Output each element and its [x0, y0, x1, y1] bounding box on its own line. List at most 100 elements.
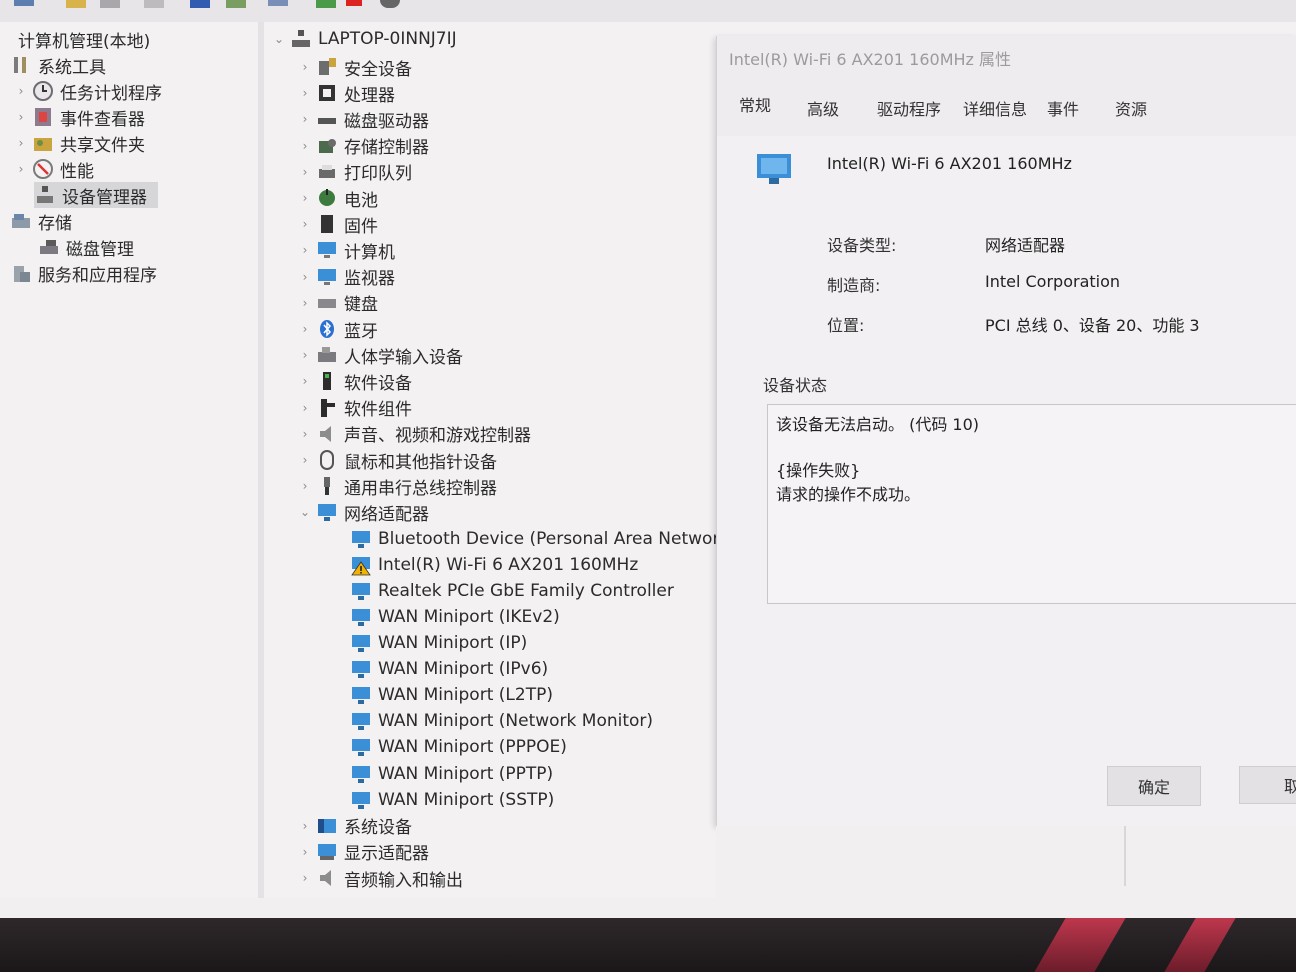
update-driver-icon[interactable] — [226, 0, 246, 8]
chevron-right-icon[interactable]: › — [298, 60, 312, 74]
network-adapter-item[interactable]: WAN Miniport (Network Monitor) — [350, 708, 653, 734]
tree-item-services[interactable]: 服务和应用程序 — [10, 260, 157, 286]
tree-item-label: 任务计划程序 — [60, 83, 162, 104]
category-monitor[interactable]: › 监视器 — [298, 264, 395, 290]
tab-events[interactable]: 事件 — [1047, 96, 1079, 120]
category-hid[interactable]: › 人体学输入设备 — [298, 342, 463, 368]
network-adapter-item[interactable]: WAN Miniport (IP) — [350, 630, 527, 656]
chevron-right-icon[interactable]: › — [298, 819, 312, 833]
network-adapter-item[interactable]: WAN Miniport (PPTP) — [350, 761, 553, 787]
tree-item-storage[interactable]: 存储 — [10, 208, 72, 234]
uninstall-icon[interactable] — [346, 0, 362, 6]
cancel-button[interactable]: 取 — [1239, 766, 1296, 804]
chevron-right-icon[interactable]: › — [298, 348, 312, 362]
chevron-right-icon[interactable]: › — [14, 84, 28, 98]
tree-root[interactable]: 计算机管理(本地) — [6, 26, 150, 52]
category-mouse[interactable]: › 鼠标和其他指针设备 — [298, 447, 497, 473]
category-software-component[interactable]: › 软件组件 — [298, 395, 412, 421]
category-bluetooth[interactable]: › 蓝牙 — [298, 316, 378, 342]
category-label: 键盘 — [344, 295, 378, 316]
tab-advanced[interactable]: 高级 — [807, 96, 839, 120]
chevron-right-icon[interactable]: › — [14, 110, 28, 124]
chevron-right-icon[interactable]: › — [14, 136, 28, 150]
category-software-device[interactable]: › 软件设备 — [298, 368, 412, 394]
network-adapter-item[interactable]: Bluetooth Device (Personal Area Network) — [350, 526, 736, 552]
category-security-device[interactable]: › 安全设备 — [298, 54, 412, 80]
location-label: 位置: — [827, 316, 865, 335]
device-type-label: 设备类型: — [827, 236, 897, 255]
download-icon[interactable] — [380, 0, 400, 8]
tab-resources[interactable]: 资源 — [1115, 96, 1147, 120]
chevron-right-icon[interactable]: › — [298, 322, 312, 336]
chevron-right-icon[interactable]: › — [14, 162, 28, 176]
tree-item-disk-management[interactable]: 磁盘管理 — [38, 234, 134, 260]
tree-item-shared-folders[interactable]: › 共享文件夹 — [14, 130, 145, 156]
chevron-right-icon[interactable]: › — [298, 86, 312, 100]
tree-item-task-scheduler[interactable]: › 任务计划程序 — [14, 78, 162, 104]
network-adapter-label: Intel(R) Wi-Fi 6 AX201 160MHz — [378, 554, 639, 575]
chevron-down-icon[interactable]: ⌄ — [298, 505, 312, 519]
network-adapter-item[interactable]: WAN Miniport (IKEv2) — [350, 604, 560, 630]
tab-driver[interactable]: 驱动程序 — [877, 96, 941, 120]
location-value: PCI 总线 0、设备 20、功能 3 — [985, 316, 1200, 335]
chevron-right-icon[interactable]: › — [298, 296, 312, 310]
category-network-adapter[interactable]: ⌄ 网络适配器 — [298, 499, 429, 525]
help-icon[interactable] — [144, 0, 164, 8]
chevron-right-icon[interactable]: › — [298, 401, 312, 415]
chevron-right-icon[interactable]: › — [298, 427, 312, 441]
category-disk-drive[interactable]: › 磁盘驱动器 — [298, 106, 429, 132]
back-icon[interactable] — [14, 0, 34, 6]
folder-icon[interactable] — [66, 0, 86, 8]
category-battery[interactable]: › 电池 — [298, 185, 378, 211]
category-audio-io[interactable]: › 音频输入和输出 — [298, 865, 463, 891]
scan-icon[interactable] — [190, 0, 210, 8]
tab-general[interactable]: 常规 — [739, 92, 771, 116]
chevron-right-icon[interactable]: › — [298, 165, 312, 179]
category-computer[interactable]: › 计算机 — [298, 237, 395, 263]
chevron-right-icon[interactable]: › — [298, 845, 312, 859]
chevron-right-icon[interactable]: › — [298, 479, 312, 493]
chevron-right-icon[interactable]: › — [298, 374, 312, 388]
computer-node[interactable]: ⌄ LAPTOP-0INNJ7IJ — [272, 26, 457, 52]
storage-controller-icon — [316, 135, 338, 157]
category-firmware[interactable]: › 固件 — [298, 211, 378, 237]
toolbar — [0, 0, 1296, 22]
enable-icon[interactable] — [316, 0, 336, 8]
chevron-right-icon[interactable]: › — [298, 871, 312, 885]
chevron-right-icon[interactable]: › — [298, 191, 312, 205]
category-label: 蓝牙 — [344, 321, 378, 342]
network-adapter-item[interactable]: WAN Miniport (L2TP) — [350, 682, 553, 708]
chevron-down-icon[interactable]: ⌄ — [272, 32, 286, 46]
category-processor[interactable]: › 处理器 — [298, 80, 395, 106]
chevron-right-icon[interactable]: › — [298, 453, 312, 467]
category-storage-controller[interactable]: › 存储控制器 — [298, 133, 429, 159]
display-icon[interactable] — [268, 0, 288, 6]
network-adapter-item[interactable]: WAN Miniport (IPv6) — [350, 656, 548, 682]
device-status-box[interactable]: 该设备无法启动。 (代码 10) {操作失败} 请求的操作不成功。 — [767, 404, 1296, 604]
chevron-right-icon[interactable]: › — [298, 112, 312, 126]
chevron-right-icon[interactable]: › — [298, 270, 312, 284]
network-adapter-item[interactable]: Intel(R) Wi-Fi 6 AX201 160MHz — [350, 552, 638, 578]
tree-item-event-viewer[interactable]: › 事件查看器 — [14, 104, 145, 130]
category-printer[interactable]: › 打印队列 — [298, 159, 412, 185]
status-line: 该设备无法启动。 (代码 10) — [776, 415, 980, 434]
chevron-right-icon[interactable]: › — [298, 217, 312, 231]
network-adapter-item[interactable]: WAN Miniport (SSTP) — [350, 787, 554, 813]
category-display-adapter[interactable]: › 显示适配器 — [298, 839, 429, 865]
tree-item-system-tools[interactable]: 系统工具 — [10, 52, 106, 78]
ok-button[interactable]: 确定 — [1107, 766, 1201, 806]
category-speaker[interactable]: › 声音、视频和游戏控制器 — [298, 421, 531, 447]
category-usb[interactable]: › 通用串行总线控制器 — [298, 473, 497, 499]
category-system-device[interactable]: › 系统设备 — [298, 813, 412, 839]
tab-details[interactable]: 详细信息 — [963, 96, 1027, 120]
network-adapter-item[interactable]: WAN Miniport (PPPOE) — [350, 734, 567, 760]
network-adapter-item[interactable]: Realtek PCIe GbE Family Controller — [350, 578, 674, 604]
network-adapter-label: WAN Miniport (IP) — [378, 633, 528, 653]
tree-item-device-manager[interactable]: 设备管理器 — [34, 182, 158, 208]
tree-item-performance[interactable]: › 性能 — [14, 156, 94, 182]
chevron-right-icon[interactable]: › — [298, 243, 312, 257]
network-adapter-label: WAN Miniport (IPv6) — [378, 659, 549, 680]
chevron-right-icon[interactable]: › — [298, 139, 312, 153]
category-keyboard[interactable]: › 键盘 — [298, 290, 378, 316]
properties-icon[interactable] — [100, 0, 120, 8]
